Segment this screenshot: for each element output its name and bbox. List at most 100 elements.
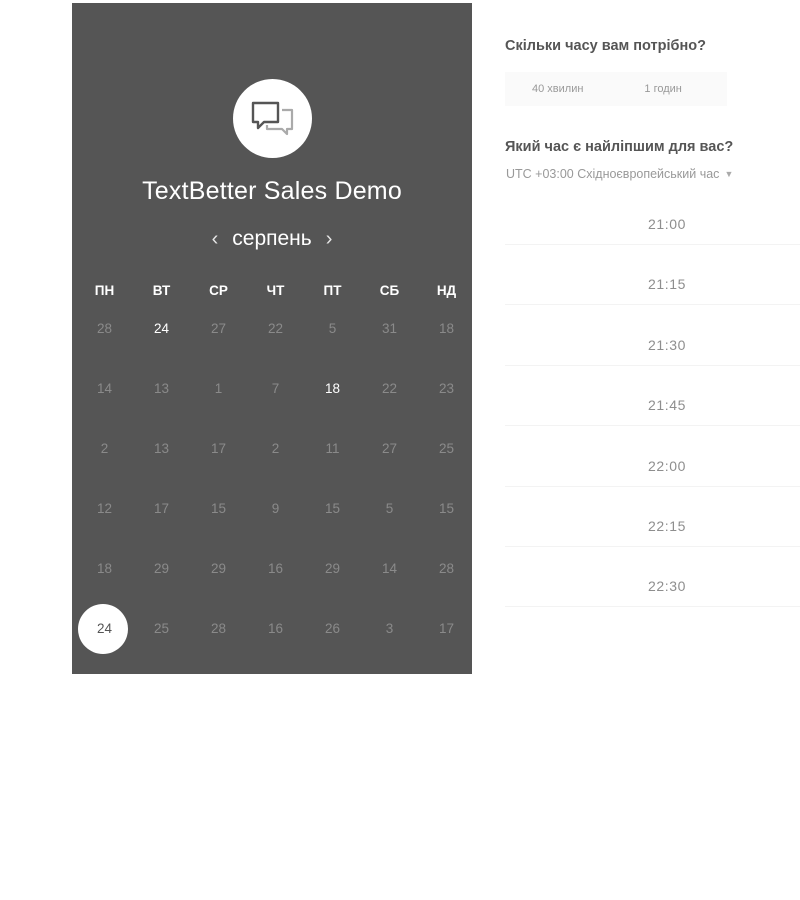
calendar-day[interactable]: 7 [247, 364, 304, 414]
weekday-header: ПН ВТ СР ЧТ ПТ СБ НД [76, 283, 476, 305]
time-slot[interactable]: 22:15 [505, 498, 800, 547]
calendar-day-number: 2 [100, 440, 109, 456]
timezone-label: UTC +03:00 Східноєвропейський час [506, 167, 720, 181]
calendar-day[interactable]: 15 [190, 484, 247, 534]
chevron-left-icon[interactable]: ‹ [212, 229, 219, 249]
weekday-label: СР [209, 283, 228, 298]
calendar-day[interactable]: 5 [304, 304, 361, 354]
caret-down-icon: ▼ [724, 169, 734, 179]
time-slot-label: 21:45 [647, 397, 687, 414]
calendar-day[interactable]: 11 [304, 424, 361, 474]
calendar-day[interactable]: 31 [361, 304, 418, 354]
calendar-day[interactable]: 14 [361, 544, 418, 594]
calendar-day[interactable]: 22 [361, 364, 418, 414]
calendar-day-number: 27 [381, 440, 398, 456]
calendar-day-number: 18 [438, 320, 455, 336]
calendar-day-number: 28 [210, 620, 227, 636]
time-slots: 21:00 21:15 21:30 21:45 22:00 22:15 22:3… [505, 196, 800, 619]
calendar-day[interactable]: 23 [418, 364, 475, 414]
calendar-day[interactable]: 17 [133, 484, 190, 534]
timezone-select[interactable]: UTC +03:00 Східноєвропейський час ▼ [506, 167, 733, 181]
chevron-right-icon[interactable]: › [326, 229, 333, 249]
calendar-day[interactable]: 16 [247, 604, 304, 654]
calendar-day-number: 5 [385, 500, 394, 516]
duration-selector: 40 хвилин 1 годин [505, 72, 727, 106]
calendar-day[interactable]: 18 [304, 364, 361, 414]
calendar-day[interactable]: 27 [190, 304, 247, 354]
calendar-day[interactable]: 15 [304, 484, 361, 534]
calendar-day-number: 29 [210, 560, 227, 576]
time-slot[interactable]: 21:15 [505, 256, 800, 306]
duration-option-40min[interactable]: 40 хвилин [532, 83, 583, 95]
calendar-day-number: 25 [153, 620, 170, 636]
calendar-day-number: 3 [385, 620, 394, 636]
calendar-day-number: 14 [96, 380, 113, 396]
calendar-day-number: 15 [210, 500, 227, 516]
weekday-label: ВТ [152, 283, 171, 298]
calendar-day-number: 31 [381, 320, 398, 336]
calendar-day[interactable]: 25 [133, 604, 190, 654]
calendar-day[interactable]: 24 [133, 304, 190, 354]
calendar-day-number: 13 [153, 380, 170, 396]
time-slot[interactable]: 21:00 [505, 196, 800, 245]
time-slot[interactable]: 21:45 [505, 377, 800, 427]
calendar-day[interactable]: 15 [418, 484, 475, 534]
calendar-day[interactable]: 9 [247, 484, 304, 534]
calendar-day[interactable]: 5 [361, 484, 418, 534]
calendar-day-number: 28 [96, 320, 113, 336]
calendar-day-selected[interactable]: 24 [76, 603, 133, 654]
calendar-day-number: 18 [324, 380, 341, 396]
time-slot-label: 21:00 [647, 216, 687, 232]
calendar-day-number: 24 [96, 620, 113, 636]
calendar-day[interactable]: 25 [418, 424, 475, 474]
duration-option-1hour[interactable]: 1 годин [644, 83, 681, 95]
time-slot-label: 22:15 [647, 517, 687, 534]
calendar-day[interactable]: 18 [76, 544, 133, 594]
calendar-day[interactable]: 26 [304, 604, 361, 654]
time-question: Який час є найліпшим для вас? [505, 139, 734, 155]
calendar-day-number: 17 [210, 440, 227, 456]
calendar-day[interactable]: 28 [190, 604, 247, 654]
calendar-day-number: 24 [153, 320, 170, 336]
calendar-day[interactable]: 28 [418, 544, 475, 594]
calendar-day[interactable]: 13 [133, 424, 190, 474]
calendar-day[interactable]: 28 [76, 304, 133, 354]
time-slot[interactable]: 21:30 [505, 317, 800, 366]
calendar-day-number: 15 [324, 500, 341, 516]
calendar-day[interactable]: 17 [190, 424, 247, 474]
calendar-day[interactable]: 1 [190, 364, 247, 414]
weekday-label: ПН [94, 283, 115, 298]
calendar-day[interactable]: 16 [247, 544, 304, 594]
calendar-day-number: 2 [271, 440, 280, 456]
time-slot[interactable]: 22:30 [505, 558, 800, 608]
calendar-day[interactable]: 12 [76, 484, 133, 534]
calendar-day[interactable]: 17 [418, 604, 475, 654]
calendar-day[interactable]: 18 [418, 304, 475, 354]
time-slot[interactable]: 22:00 [505, 438, 800, 487]
calendar-day-number: 15 [438, 500, 455, 516]
calendar-day[interactable]: 22 [247, 304, 304, 354]
time-slot-label: 22:30 [647, 578, 687, 595]
calendar-day[interactable]: 2 [247, 424, 304, 474]
calendar-week-row: 28 24 27 22 5 31 18 [76, 301, 476, 356]
calendar-week-row: 24 25 28 16 26 3 17 [76, 601, 476, 656]
calendar-day[interactable]: 29 [304, 544, 361, 594]
calendar-day-number: 17 [153, 500, 170, 516]
calendar-day[interactable]: 29 [133, 544, 190, 594]
calendar-day[interactable]: 27 [361, 424, 418, 474]
calendar-day-number: 17 [438, 620, 455, 636]
event-logo [233, 79, 312, 158]
calendar-day-number: 29 [153, 560, 170, 576]
calendar-day-number: 7 [271, 380, 280, 396]
calendar-day[interactable]: 2 [76, 424, 133, 474]
calendar-day[interactable]: 3 [361, 604, 418, 654]
calendar-day[interactable]: 13 [133, 364, 190, 414]
month-label: серпень [232, 227, 312, 250]
calendar-day-number: 12 [96, 500, 113, 516]
calendar-day[interactable]: 14 [76, 364, 133, 414]
month-navigation: ‹ серпень › [72, 224, 472, 254]
calendar-day-number: 18 [96, 560, 113, 576]
calendar-day-number: 25 [438, 440, 455, 456]
calendar-day-number: 11 [325, 440, 340, 456]
calendar-day[interactable]: 29 [190, 544, 247, 594]
